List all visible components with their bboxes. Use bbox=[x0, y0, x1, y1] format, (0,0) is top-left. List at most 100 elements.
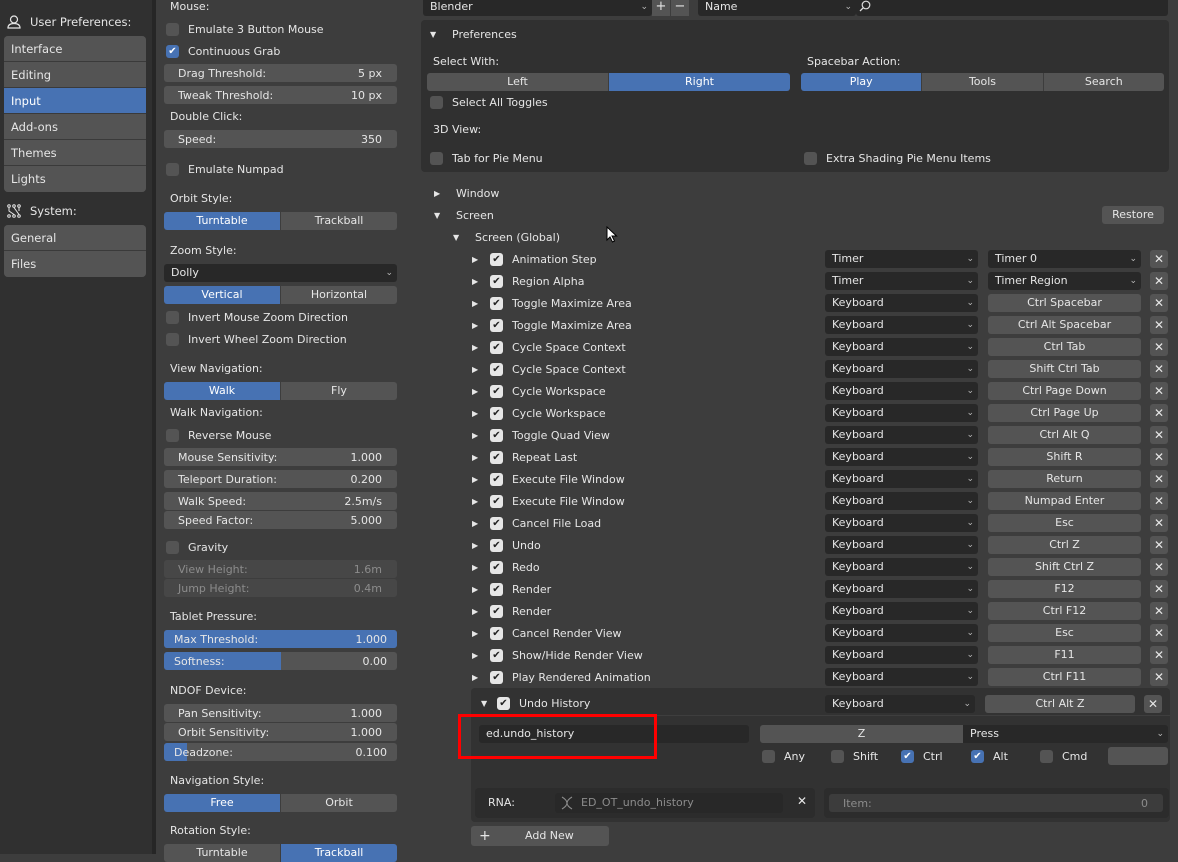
event-type-dropdown[interactable]: Timer ⌄ bbox=[825, 250, 978, 268]
keymap-item-row[interactable]: ▶ ✔ Cycle Workspace bbox=[472, 381, 606, 401]
event-type-dropdown[interactable]: Keyboard ⌄ bbox=[825, 492, 978, 510]
event-shortcut-button[interactable]: Ctrl Page Up bbox=[988, 404, 1141, 422]
orbit-sensitivity-field[interactable]: Orbit Sensitivity: 1.000 bbox=[164, 723, 397, 741]
rotation-trackball-button[interactable]: Trackball bbox=[280, 844, 397, 862]
check-icon[interactable]: ✔ bbox=[490, 670, 503, 684]
check-icon[interactable]: ✔ bbox=[490, 538, 503, 552]
event-type-dropdown[interactable]: Keyboard ⌄ bbox=[825, 448, 978, 466]
event-type-dropdown[interactable]: Keyboard ⌄ bbox=[825, 382, 978, 400]
expanded-item-header[interactable]: ▼ ✔ Undo History bbox=[481, 693, 590, 713]
event-type-dropdown[interactable]: Keyboard ⌄ bbox=[825, 536, 978, 554]
check-icon[interactable]: ✔ bbox=[490, 340, 503, 354]
checkbox-box[interactable] bbox=[430, 95, 443, 109]
event-type-dropdown[interactable]: Timer ⌄ bbox=[825, 272, 978, 290]
remove-item-button[interactable]: ✕ bbox=[1150, 470, 1168, 488]
modifier-ctrl-checkbox[interactable]: ✔ Ctrl bbox=[901, 748, 943, 764]
tweak-threshold-field[interactable]: Tweak Threshold: 10 px bbox=[164, 86, 397, 104]
max-threshold-slider[interactable]: Max Threshold: 1.000 bbox=[164, 630, 397, 648]
keymap-item-row[interactable]: ▶ ✔ Execute File Window bbox=[472, 469, 625, 489]
remove-item-button[interactable]: ✕ bbox=[1150, 536, 1168, 554]
tab-pie-menu-checkbox[interactable]: Tab for Pie Menu bbox=[430, 150, 543, 166]
add-preset-button[interactable]: + bbox=[652, 0, 670, 16]
drag-threshold-field[interactable]: Drag Threshold: 5 px bbox=[164, 64, 397, 82]
check-icon[interactable]: ✔ bbox=[490, 362, 503, 376]
checkbox-box[interactable] bbox=[166, 332, 179, 346]
remove-item-button[interactable]: ✕ bbox=[1150, 404, 1168, 422]
zoom-vertical-button[interactable]: Vertical bbox=[164, 286, 280, 304]
checkbox-box[interactable] bbox=[166, 428, 179, 442]
event-type-dropdown[interactable]: Keyboard ⌄ bbox=[825, 404, 978, 422]
checkbox-box[interactable] bbox=[430, 151, 443, 165]
checkbox-box[interactable] bbox=[166, 540, 179, 554]
clear-rna-button[interactable]: ✕ bbox=[797, 794, 807, 808]
orbit-trackball-button[interactable]: Trackball bbox=[280, 212, 397, 230]
remove-item-button[interactable]: ✕ bbox=[1150, 316, 1168, 334]
event-shortcut-button[interactable]: Shift Ctrl Z bbox=[988, 558, 1141, 576]
rotation-turntable-button[interactable]: Turntable bbox=[164, 844, 280, 862]
remove-item-button[interactable]: ✕ bbox=[1150, 338, 1168, 356]
softness-slider[interactable]: Softness: 0.00 bbox=[164, 652, 397, 670]
event-type-dropdown[interactable]: Keyboard ⌄ bbox=[825, 695, 975, 713]
triangle-right-icon[interactable]: ▶ bbox=[472, 519, 482, 528]
select-right-button[interactable]: Right bbox=[608, 73, 790, 91]
check-icon[interactable]: ✔ bbox=[490, 296, 503, 310]
event-shortcut-button[interactable]: Return bbox=[988, 470, 1141, 488]
event-value-dropdown[interactable]: Press ⌄ bbox=[963, 725, 1168, 743]
remove-item-button[interactable]: ✕ bbox=[1144, 695, 1162, 713]
remove-item-button[interactable]: ✕ bbox=[1150, 492, 1168, 510]
search-mode-dropdown[interactable]: Name ⌄ bbox=[698, 0, 856, 16]
remove-item-button[interactable]: ✕ bbox=[1150, 514, 1168, 532]
gravity-checkbox[interactable]: Gravity bbox=[166, 539, 228, 555]
key-button[interactable]: Z bbox=[760, 725, 963, 743]
event-shortcut-button[interactable]: Ctrl F12 bbox=[988, 602, 1141, 620]
preferences-header[interactable]: ▼ Preferences bbox=[430, 24, 517, 44]
event-shortcut-button[interactable]: Ctrl Page Down bbox=[988, 382, 1141, 400]
event-type-dropdown[interactable]: Keyboard ⌄ bbox=[825, 316, 978, 334]
keymap-item-row[interactable]: ▶ ✔ Toggle Maximize Area bbox=[472, 315, 632, 335]
event-type-dropdown[interactable]: Keyboard ⌄ bbox=[825, 470, 978, 488]
event-shortcut-button[interactable]: Ctrl Z bbox=[988, 536, 1141, 554]
orbit-button[interactable]: Orbit bbox=[280, 794, 397, 812]
nav-item-addons[interactable]: Add-ons bbox=[4, 114, 146, 140]
check-icon[interactable]: ✔ bbox=[490, 450, 503, 464]
check-icon[interactable]: ✔ bbox=[490, 560, 503, 574]
restore-button[interactable]: Restore bbox=[1102, 206, 1164, 224]
nav-item-interface[interactable]: Interface bbox=[4, 36, 146, 62]
orbit-turntable-button[interactable]: Turntable bbox=[164, 212, 280, 230]
check-icon[interactable]: ✔ bbox=[490, 472, 503, 486]
walk-button[interactable]: Walk bbox=[164, 382, 280, 400]
triangle-right-icon[interactable]: ▶ bbox=[472, 585, 482, 594]
triangle-right-icon[interactable]: ▶ bbox=[472, 299, 482, 308]
nav-item-lights[interactable]: Lights bbox=[4, 166, 146, 192]
nav-item-general[interactable]: General bbox=[4, 225, 146, 251]
invert-wheel-zoom-checkbox[interactable]: Invert Wheel Zoom Direction bbox=[166, 331, 347, 347]
keymap-item-row[interactable]: ▶ ✔ Cycle Space Context bbox=[472, 337, 626, 357]
modifier-alt-checkbox[interactable]: ✔ Alt bbox=[971, 748, 1008, 764]
nav-item-themes[interactable]: Themes bbox=[4, 140, 146, 166]
check-icon[interactable]: ✔ bbox=[490, 318, 503, 332]
event-shortcut-button[interactable]: Esc bbox=[988, 624, 1141, 642]
remove-item-button[interactable]: ✕ bbox=[1150, 580, 1168, 598]
check-icon[interactable]: ✔ bbox=[901, 749, 914, 763]
keymap-search-input[interactable] bbox=[856, 0, 1168, 16]
event-type-dropdown[interactable]: Keyboard ⌄ bbox=[825, 426, 978, 444]
checkbox-box[interactable] bbox=[166, 22, 179, 36]
remove-item-button[interactable]: ✕ bbox=[1150, 448, 1168, 466]
triangle-right-icon[interactable]: ▶ bbox=[472, 277, 482, 286]
event-shortcut-button[interactable]: Shift R bbox=[988, 448, 1141, 466]
keymap-item-row[interactable]: ▶ ✔ Region Alpha bbox=[472, 271, 584, 291]
event-type-dropdown[interactable]: Keyboard ⌄ bbox=[825, 514, 978, 532]
checkbox-box[interactable] bbox=[762, 749, 775, 763]
check-icon[interactable]: ✔ bbox=[490, 384, 503, 398]
check-icon[interactable]: ✔ bbox=[490, 428, 503, 442]
triangle-right-icon[interactable]: ▶ bbox=[472, 365, 482, 374]
mouse-sensitivity-field[interactable]: Mouse Sensitivity: 1.000 bbox=[164, 448, 397, 466]
triangle-right-icon[interactable]: ▶ bbox=[472, 541, 482, 550]
event-shortcut-button[interactable]: Ctrl Alt Spacebar bbox=[988, 316, 1141, 334]
remove-item-button[interactable]: ✕ bbox=[1150, 382, 1168, 400]
event-shortcut-button[interactable]: F11 bbox=[988, 646, 1141, 664]
keymap-item-row[interactable]: ▶ ✔ Toggle Maximize Area bbox=[472, 293, 632, 313]
checkbox-box[interactable] bbox=[831, 749, 844, 763]
extra-shading-pie-checkbox[interactable]: Extra Shading Pie Menu Items bbox=[804, 150, 991, 166]
keymap-item-row[interactable]: ▶ ✔ Render bbox=[472, 579, 551, 599]
